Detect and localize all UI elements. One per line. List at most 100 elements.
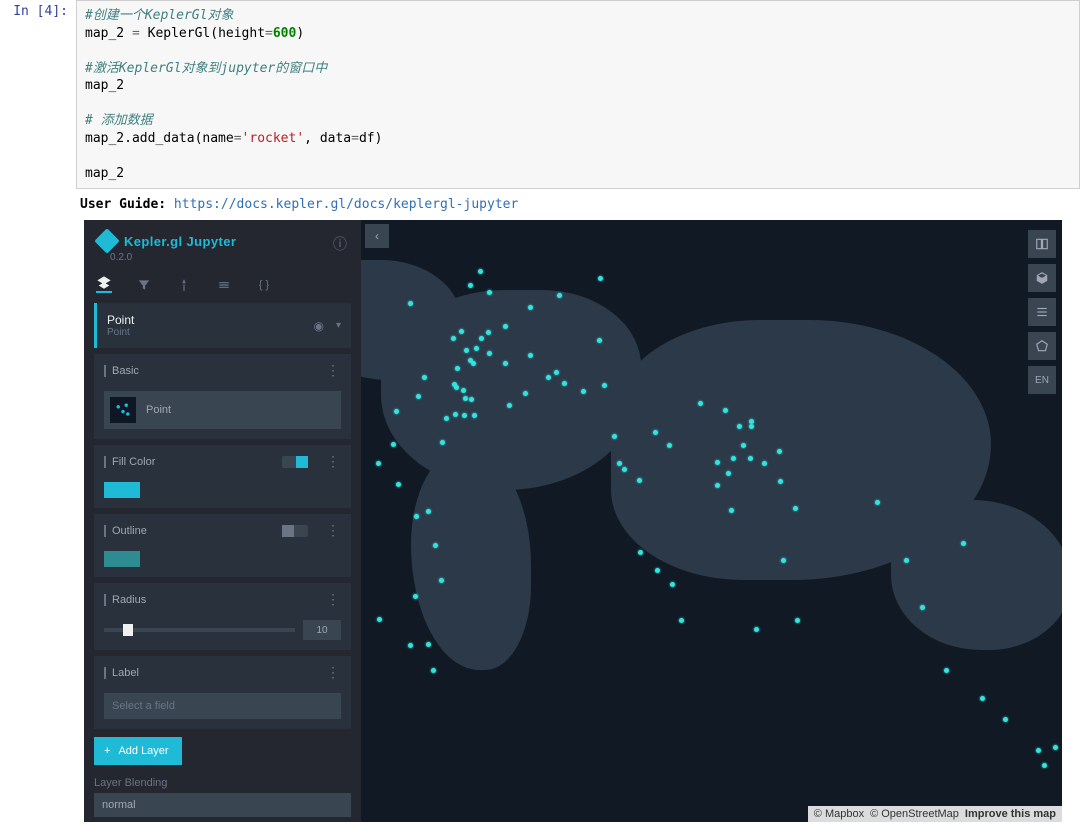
data-point bbox=[554, 370, 559, 375]
code-tab-icon[interactable]: { } bbox=[256, 277, 272, 293]
layer-subtype: Point bbox=[107, 327, 305, 338]
divider-icon bbox=[104, 525, 106, 537]
code-editor[interactable]: #创建一个KeplerGl对象 map_2 = KeplerGl(height=… bbox=[76, 0, 1080, 189]
data-point bbox=[408, 643, 413, 648]
split-map-icon[interactable] bbox=[1028, 230, 1056, 258]
data-point bbox=[474, 346, 479, 351]
code-token: ) bbox=[296, 26, 304, 41]
attr-improve[interactable]: Improve this map bbox=[965, 808, 1056, 820]
data-point bbox=[377, 617, 382, 622]
divider-icon bbox=[104, 365, 106, 377]
output-body: User Guide: https://docs.kepler.gl/docs/… bbox=[76, 197, 1080, 212]
map-attribution: © Mapbox © OpenStreetMap Improve this ma… bbox=[808, 806, 1062, 822]
fill-color-toggle[interactable] bbox=[282, 456, 308, 468]
code-token: map_2.add_data(name bbox=[85, 131, 234, 146]
data-point bbox=[729, 508, 734, 513]
data-point bbox=[1042, 763, 1047, 768]
data-point bbox=[715, 460, 720, 465]
data-point bbox=[612, 434, 617, 439]
data-point bbox=[472, 413, 477, 418]
code-token: = bbox=[234, 131, 242, 146]
data-point bbox=[655, 568, 660, 573]
data-point bbox=[904, 558, 909, 563]
more-icon[interactable]: ⋮ bbox=[326, 453, 341, 470]
outline-color-swatch[interactable] bbox=[104, 551, 140, 567]
code-token: = bbox=[351, 131, 359, 146]
data-point bbox=[754, 627, 759, 632]
data-point bbox=[749, 424, 754, 429]
attr-osm[interactable]: © OpenStreetMap bbox=[870, 808, 959, 820]
plus-icon: + bbox=[104, 745, 110, 757]
data-point bbox=[408, 301, 413, 306]
data-point bbox=[980, 696, 985, 701]
panel-tabs: { } bbox=[84, 263, 361, 303]
data-point bbox=[726, 471, 731, 476]
data-point bbox=[464, 348, 469, 353]
layer-header[interactable]: Point Point ◉ ▾ bbox=[94, 303, 351, 348]
code-token: df) bbox=[359, 131, 382, 146]
radius-slider[interactable] bbox=[104, 628, 295, 632]
blend-select[interactable]: normal bbox=[94, 793, 351, 817]
data-point bbox=[562, 381, 567, 386]
outline-section: Outline ⋮ bbox=[94, 514, 351, 577]
more-icon[interactable]: ⋮ bbox=[326, 522, 341, 539]
data-point bbox=[396, 482, 401, 487]
divider-icon bbox=[104, 667, 106, 679]
data-point bbox=[461, 388, 466, 393]
user-guide-label: User Guide: bbox=[80, 197, 174, 212]
basemap-tab-icon[interactable] bbox=[216, 277, 232, 293]
label-field-select[interactable]: Select a field bbox=[104, 693, 341, 719]
layers-scroll[interactable]: Point Point ◉ ▾ Basic ⋮ Point bbox=[84, 303, 361, 822]
data-point bbox=[391, 442, 396, 447]
legend-icon[interactable] bbox=[1028, 298, 1056, 326]
code-token: map_2 bbox=[85, 166, 124, 181]
map-canvas[interactable]: ‹ EN © Mapbox © OpenStreetMap bbox=[361, 220, 1062, 822]
basic-label: Basic bbox=[112, 365, 320, 377]
collapse-panel-button[interactable]: ‹ bbox=[365, 224, 389, 248]
locale-button[interactable]: EN bbox=[1028, 366, 1056, 394]
user-guide-link[interactable]: https://docs.kepler.gl/docs/keplergl-jup… bbox=[174, 197, 518, 212]
code-token: 600 bbox=[273, 26, 296, 41]
code-token: , data bbox=[304, 131, 351, 146]
logo-icon bbox=[94, 229, 119, 254]
3d-view-icon[interactable] bbox=[1028, 264, 1056, 292]
add-layer-button[interactable]: + Add Layer bbox=[94, 737, 182, 765]
data-point bbox=[459, 329, 464, 334]
more-icon[interactable]: ⋮ bbox=[326, 362, 341, 379]
data-point bbox=[478, 269, 483, 274]
layers-tab-icon[interactable] bbox=[96, 277, 112, 293]
eye-icon[interactable]: ◉ bbox=[313, 319, 323, 333]
divider-icon bbox=[104, 594, 106, 606]
more-icon[interactable]: ⋮ bbox=[326, 591, 341, 608]
more-icon[interactable]: ⋮ bbox=[326, 664, 341, 681]
data-point bbox=[503, 324, 508, 329]
data-point bbox=[422, 375, 427, 380]
layer-name: Point bbox=[107, 313, 305, 327]
code-comment: #创建一个KeplerGl对象 bbox=[85, 8, 233, 23]
data-point bbox=[487, 351, 492, 356]
draw-icon[interactable] bbox=[1028, 332, 1056, 360]
code-token: map_2 bbox=[85, 26, 132, 41]
output-prompt bbox=[6, 197, 76, 212]
outline-toggle[interactable] bbox=[282, 525, 308, 537]
layer-type-label: Point bbox=[146, 404, 171, 416]
data-point bbox=[453, 412, 458, 417]
blend-label: Layer Blending bbox=[94, 777, 351, 789]
data-point bbox=[413, 594, 418, 599]
attr-mapbox[interactable]: © Mapbox bbox=[814, 808, 864, 820]
layer-type-selector[interactable]: Point bbox=[104, 391, 341, 429]
data-point bbox=[440, 440, 445, 445]
fill-color-swatch[interactable] bbox=[104, 482, 140, 498]
chevron-down-icon[interactable]: ▾ bbox=[336, 320, 341, 331]
code-token: = bbox=[265, 26, 273, 41]
data-point bbox=[444, 416, 449, 421]
info-icon[interactable]: ⓘ bbox=[333, 234, 347, 254]
data-point bbox=[920, 605, 925, 610]
code-token: map_2 bbox=[85, 78, 124, 93]
interaction-tab-icon[interactable] bbox=[176, 277, 192, 293]
data-point bbox=[598, 276, 603, 281]
panel-header: Kepler.gl Jupyter ⓘ bbox=[84, 220, 361, 254]
data-point bbox=[679, 618, 684, 623]
filters-tab-icon[interactable] bbox=[136, 277, 152, 293]
radius-value[interactable]: 10 bbox=[303, 620, 341, 640]
